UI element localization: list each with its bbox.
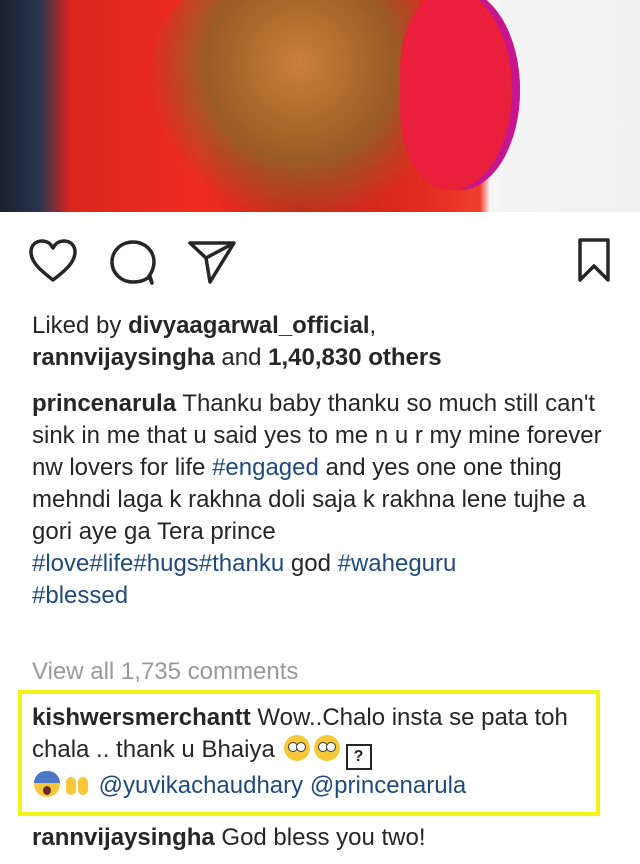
comment-author[interactable]: rannvijaysingha — [32, 824, 215, 851]
likes-prefix: Liked by — [32, 312, 129, 339]
mention-yuvikachaudhary[interactable]: @yuvikachaudhary — [99, 772, 303, 799]
comment-icon[interactable] — [108, 238, 158, 286]
likes-summary: Liked by divyaagarwal_official, rannvija… — [32, 310, 612, 374]
view-all-comments-link[interactable]: View all 1,735 comments — [32, 656, 298, 688]
likes-others[interactable]: 1,40,830 others — [268, 344, 441, 371]
post-caption: princenarula Thanku baby thanku so much … — [32, 388, 612, 612]
eye-roll-emoji-icon — [313, 735, 340, 761]
bookmark-icon[interactable] — [576, 236, 612, 284]
heart-icon[interactable] — [28, 238, 78, 284]
comment-text: God bless you two! — [214, 824, 426, 851]
raising-hands-emoji-icon — [64, 771, 90, 797]
eye-roll-emoji-icon — [283, 735, 310, 761]
comment-item: rannvijaysingha God bless you two! — [32, 822, 612, 854]
hashtag-engaged[interactable]: #engaged — [212, 454, 319, 481]
post-action-bar — [0, 232, 640, 292]
comment-author[interactable]: kishwersmerchantt — [32, 704, 251, 731]
caption-author[interactable]: princenarula — [32, 390, 176, 417]
likes-separator: , — [369, 312, 377, 339]
hashtag-blessed[interactable]: #blessed — [32, 582, 128, 609]
liker-user-2[interactable]: rannvijaysingha — [32, 344, 215, 371]
mention-princenarula[interactable]: @princenarula — [310, 772, 466, 799]
liker-user-1[interactable]: divyaagarwal_official — [128, 312, 369, 339]
share-icon[interactable] — [186, 238, 238, 286]
post-image[interactable] — [0, 0, 640, 212]
image-sleeve-region — [400, 0, 520, 190]
hashtags-love-life-hugs-thanku[interactable]: #love#life#hugs#thanku — [32, 550, 284, 577]
likes-and: and — [214, 344, 269, 371]
comment-item: kishwersmerchantt Wow..Chalo insta se pa… — [32, 702, 612, 802]
screaming-face-emoji-icon — [34, 771, 60, 797]
missing-glyph-icon: ? — [345, 744, 372, 770]
caption-text-3: god — [284, 550, 338, 577]
hashtag-waheguru[interactable]: #waheguru — [338, 550, 457, 577]
